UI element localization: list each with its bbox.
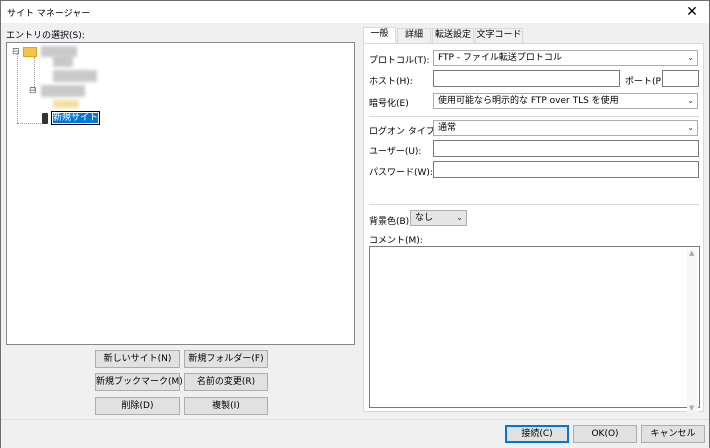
expand-icon[interactable]: ⊟ <box>29 86 37 96</box>
delete-button[interactable]: 削除(D) <box>95 397 180 415</box>
tree-line <box>17 53 18 123</box>
logon-type-select[interactable]: 通常 ⌄ <box>433 120 698 136</box>
chevron-down-icon: ⌄ <box>687 123 694 132</box>
expand-icon[interactable]: ⊟ <box>12 47 20 57</box>
cancel-button[interactable]: キャンセル <box>641 425 705 443</box>
bgcolor-label: 背景色(B): <box>369 217 413 227</box>
entry-select-label: エントリの選択(S): <box>6 31 85 41</box>
rename-button[interactable]: 名前の変更(R) <box>184 373 268 391</box>
new-folder-button[interactable]: 新規フォルダー(F) <box>184 350 268 368</box>
footer-bar: 接続(C) OK(O) キャンセル <box>1 419 709 448</box>
password-label: パスワード(W): <box>369 168 433 178</box>
encryption-select[interactable]: 使用可能なら明示的な FTP over TLS を使用 ⌄ <box>433 93 698 109</box>
redacted-item <box>41 85 85 97</box>
host-input[interactable] <box>433 70 620 87</box>
user-input[interactable] <box>433 140 699 157</box>
general-tab-panel: プロトコル(T): FTP - ファイル転送プロトコル ⌄ ホスト(H): ポー… <box>363 43 704 412</box>
comment-label: コメント(M): <box>369 236 423 246</box>
tree-line <box>17 123 41 124</box>
connect-button[interactable]: 接続(C) <box>505 425 569 443</box>
separator <box>369 116 699 117</box>
redacted-item <box>53 100 79 108</box>
computer-icon <box>42 113 48 124</box>
ok-button[interactable]: OK(O) <box>573 425 637 443</box>
password-input[interactable] <box>433 161 699 178</box>
bgcolor-select[interactable]: なし ⌄ <box>410 210 467 226</box>
protocol-value: FTP - ファイル転送プロトコル <box>438 53 562 63</box>
host-label: ホスト(H): <box>369 77 413 87</box>
new-site-button[interactable]: 新しいサイト(N) <box>95 350 180 368</box>
chevron-down-icon: ⌄ <box>456 213 463 222</box>
comment-textarea[interactable]: ▲ ▼ <box>369 246 700 412</box>
tab-general[interactable]: 一般 <box>363 27 396 44</box>
site-name-selection: 新規サイト <box>53 113 99 123</box>
close-icon[interactable]: ✕ <box>683 3 701 21</box>
logon-type-value: 通常 <box>438 123 457 133</box>
scroll-down-icon[interactable]: ▼ <box>689 404 694 412</box>
tab-charset[interactable]: 文字コード <box>475 28 523 43</box>
protocol-label: プロトコル(T): <box>369 56 430 66</box>
tab-transfer-settings[interactable]: 転送設定 <box>432 28 474 43</box>
duplicate-button[interactable]: 複製(I) <box>184 397 268 415</box>
chevron-down-icon: ⌄ <box>687 96 694 105</box>
chevron-down-icon: ⌄ <box>687 53 694 62</box>
comment-scrollbar[interactable]: ▲ ▼ <box>687 249 698 412</box>
scroll-up-icon[interactable]: ▲ <box>689 249 694 257</box>
title-bar: サイト マネージャー ✕ <box>1 1 709 23</box>
folder-icon <box>23 47 37 57</box>
separator <box>369 204 699 205</box>
encryption-label: 暗号化(E) <box>369 99 409 109</box>
bgcolor-value: なし <box>415 213 434 223</box>
redacted-item <box>53 70 97 82</box>
port-input[interactable] <box>662 70 699 87</box>
user-label: ユーザー(U): <box>369 147 422 157</box>
tab-advanced[interactable]: 詳細 <box>397 28 431 43</box>
redacted-item <box>53 55 73 67</box>
window-title: サイト マネージャー <box>7 9 91 19</box>
site-name-editor[interactable]: 新規サイト <box>51 111 101 125</box>
encryption-value: 使用可能なら明示的な FTP over TLS を使用 <box>438 96 619 106</box>
site-manager-window: サイト マネージャー ✕ エントリの選択(S): ⊟ ⊟ 新規サイト 新しいサイ… <box>0 0 710 448</box>
site-tree[interactable]: ⊟ ⊟ 新規サイト <box>6 42 355 345</box>
protocol-select[interactable]: FTP - ファイル転送プロトコル ⌄ <box>433 50 698 66</box>
new-bookmark-button[interactable]: 新規ブックマーク(M) <box>95 373 183 391</box>
